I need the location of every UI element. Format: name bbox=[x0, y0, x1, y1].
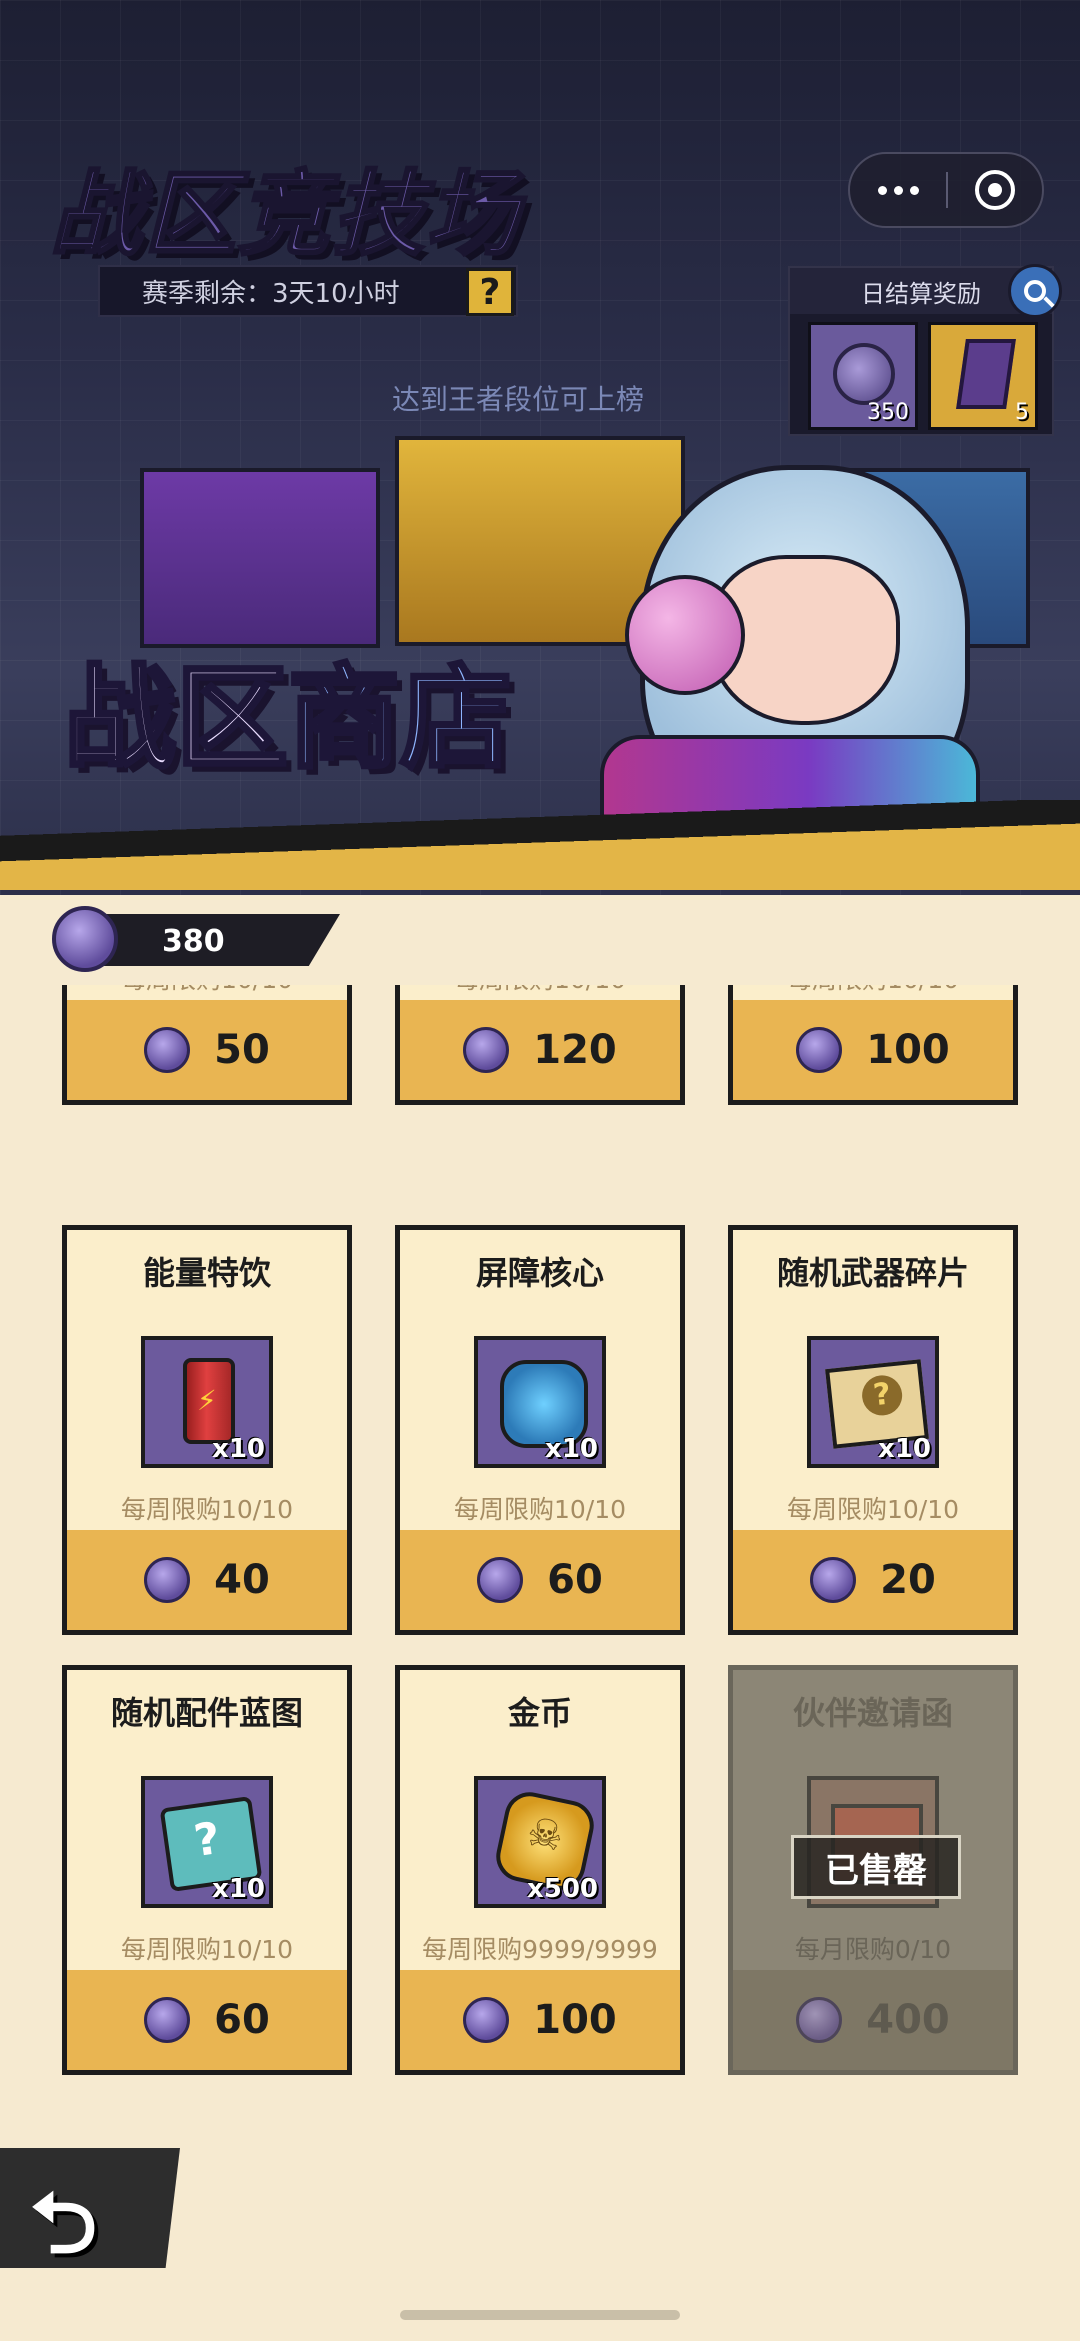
shop-item-weapon-shard[interactable]: 随机武器碎片 x10 每周限购10/10 20 bbox=[728, 1225, 1018, 1635]
arena-token-icon bbox=[796, 1997, 843, 2043]
search-icon bbox=[1024, 280, 1046, 302]
item-price: 60 bbox=[547, 1557, 603, 1603]
buy-button[interactable]: 60 bbox=[400, 1530, 680, 1630]
arena-token-icon bbox=[463, 1027, 510, 1073]
item-price: 60 bbox=[214, 1997, 270, 2043]
hero-divider-stripe bbox=[0, 800, 1080, 890]
reward-qty: 5 bbox=[1015, 400, 1029, 425]
arena-token-icon bbox=[52, 906, 118, 972]
purchase-limit: 每周限购10/10 bbox=[67, 985, 347, 996]
arena-token-icon bbox=[144, 1557, 191, 1603]
item-name: 金币 bbox=[507, 1694, 572, 1732]
shop-item-gold[interactable]: 金币 x500 每周限购9999/9999 100 bbox=[395, 1665, 685, 2075]
purchase-limit: 每周限购10/10 bbox=[733, 985, 1013, 996]
item-qty: x10 bbox=[545, 1434, 598, 1464]
item-price: 400 bbox=[866, 1997, 950, 2043]
item-qty: x500 bbox=[526, 1874, 598, 1904]
purchase-limit: 每周限购10/10 bbox=[453, 1495, 627, 1524]
target-icon bbox=[974, 170, 1015, 210]
shop-item-card[interactable]: x10 每周限购10/10 100 bbox=[728, 985, 1018, 1105]
item-price: 100 bbox=[533, 1997, 617, 2043]
rank-hint: 达到王者段位可上榜 bbox=[392, 383, 645, 416]
daily-reward-panel: 日结算奖励 350 5 bbox=[788, 264, 1062, 436]
item-price: 40 bbox=[214, 1557, 270, 1603]
shop-grid: x50 每周限购10/10 50 x10 每周限购10/10 120 x10 每… bbox=[0, 985, 1080, 2095]
buy-button[interactable]: 120 bbox=[400, 1000, 680, 1100]
item-icon: x10 bbox=[141, 1776, 273, 1908]
item-name: 能量特饮 bbox=[142, 1254, 271, 1292]
arena-token-icon bbox=[833, 343, 895, 405]
buy-button[interactable]: 100 bbox=[400, 1970, 680, 2070]
buy-button-disabled: 400 bbox=[733, 1970, 1013, 2070]
season-timer: 赛季剩余：3天10小时 bbox=[98, 265, 518, 317]
item-qty: x10 bbox=[212, 1874, 265, 1904]
buy-button[interactable]: 100 bbox=[733, 1000, 1013, 1100]
item-name: 随机配件蓝图 bbox=[110, 1694, 303, 1732]
item-qty: x10 bbox=[878, 1434, 931, 1464]
miniapp-capsule bbox=[848, 152, 1044, 228]
daily-reward-item[interactable]: 350 bbox=[808, 322, 918, 430]
reward-qty: 350 bbox=[867, 400, 909, 425]
arena-token-icon bbox=[810, 1557, 857, 1603]
currency-value: 380 bbox=[162, 924, 225, 959]
arena-token-icon bbox=[144, 1997, 191, 2043]
reward-detail-button[interactable] bbox=[1008, 264, 1062, 318]
home-indicator[interactable] bbox=[400, 2310, 680, 2320]
hero-banner: 战区竞技场 赛季剩余：3天10小时 ? 日结算奖励 350 5 达到王者段位可上… bbox=[0, 0, 1080, 895]
buy-button[interactable]: 20 bbox=[733, 1530, 1013, 1630]
back-button[interactable]: ⮌ bbox=[0, 2148, 180, 2268]
shard-icon bbox=[956, 339, 1016, 409]
purchase-limit: 每周限购10/10 bbox=[120, 1935, 294, 1964]
item-qty: x10 bbox=[212, 1434, 265, 1464]
shop-item-energy-drink[interactable]: 能量特饮 x10 每周限购10/10 40 bbox=[62, 1225, 352, 1635]
item-icon: x10 bbox=[807, 1336, 939, 1468]
purchase-limit: 每周限购10/10 bbox=[786, 1495, 960, 1524]
item-price: 50 bbox=[214, 1027, 270, 1073]
arena-token-icon bbox=[477, 1557, 524, 1603]
more-menu-button[interactable] bbox=[850, 154, 946, 226]
podium-second bbox=[140, 468, 380, 648]
item-icon: x500 bbox=[474, 1776, 606, 1908]
item-icon: x10 bbox=[474, 1336, 606, 1468]
shop-item-card[interactable]: x50 每周限购10/10 50 bbox=[62, 985, 352, 1105]
arena-title: 战区竞技场 bbox=[48, 160, 521, 270]
buy-button[interactable]: 40 bbox=[67, 1530, 347, 1630]
back-arrow-icon: ⮌ bbox=[30, 2174, 98, 2272]
purchase-limit: 每月限购0/10 bbox=[794, 1935, 952, 1964]
arena-token-icon bbox=[144, 1027, 191, 1073]
daily-reward-item[interactable]: 5 bbox=[928, 322, 1038, 430]
help-button[interactable]: ? bbox=[466, 268, 514, 316]
shop-item-partner-invite: 伙伴邀请函 已售罄 每月限购0/10 400 bbox=[728, 1665, 1018, 2075]
currency-balance: 380 bbox=[52, 906, 340, 972]
buy-button[interactable]: 50 bbox=[67, 1000, 347, 1100]
purchase-limit: 每周限购10/10 bbox=[120, 1495, 294, 1524]
shop-item-card[interactable]: x10 每周限购10/10 120 bbox=[395, 985, 685, 1105]
arena-token-icon bbox=[463, 1997, 510, 2043]
item-price: 120 bbox=[533, 1027, 617, 1073]
close-miniapp-button[interactable] bbox=[948, 154, 1042, 226]
purchase-limit: 每周限购10/10 bbox=[400, 985, 680, 996]
item-price: 100 bbox=[866, 1027, 950, 1073]
item-name: 随机武器碎片 bbox=[776, 1254, 969, 1292]
shop-item-blueprint[interactable]: 随机配件蓝图 x10 每周限购10/10 60 bbox=[62, 1665, 352, 2075]
energy-drink-icon bbox=[183, 1358, 235, 1444]
item-price: 20 bbox=[880, 1557, 936, 1603]
buy-button[interactable]: 60 bbox=[67, 1970, 347, 2070]
item-name: 屏障核心 bbox=[475, 1254, 604, 1292]
shop-title-part1: 战区 bbox=[62, 652, 290, 786]
shop-item-barrier-core[interactable]: 屏障核心 x10 每周限购10/10 60 bbox=[395, 1225, 685, 1635]
arena-token-icon bbox=[796, 1027, 843, 1073]
shop-title-part2: 商店 bbox=[286, 652, 514, 786]
sold-out-badge: 已售罄 bbox=[791, 1835, 961, 1899]
item-icon: x10 bbox=[141, 1336, 273, 1468]
shop-title: 战区商店 bbox=[62, 628, 514, 790]
bubblegum-icon bbox=[625, 575, 745, 695]
purchase-limit: 每周限购9999/9999 bbox=[422, 1935, 658, 1964]
item-name: 伙伴邀请函 bbox=[792, 1694, 953, 1732]
